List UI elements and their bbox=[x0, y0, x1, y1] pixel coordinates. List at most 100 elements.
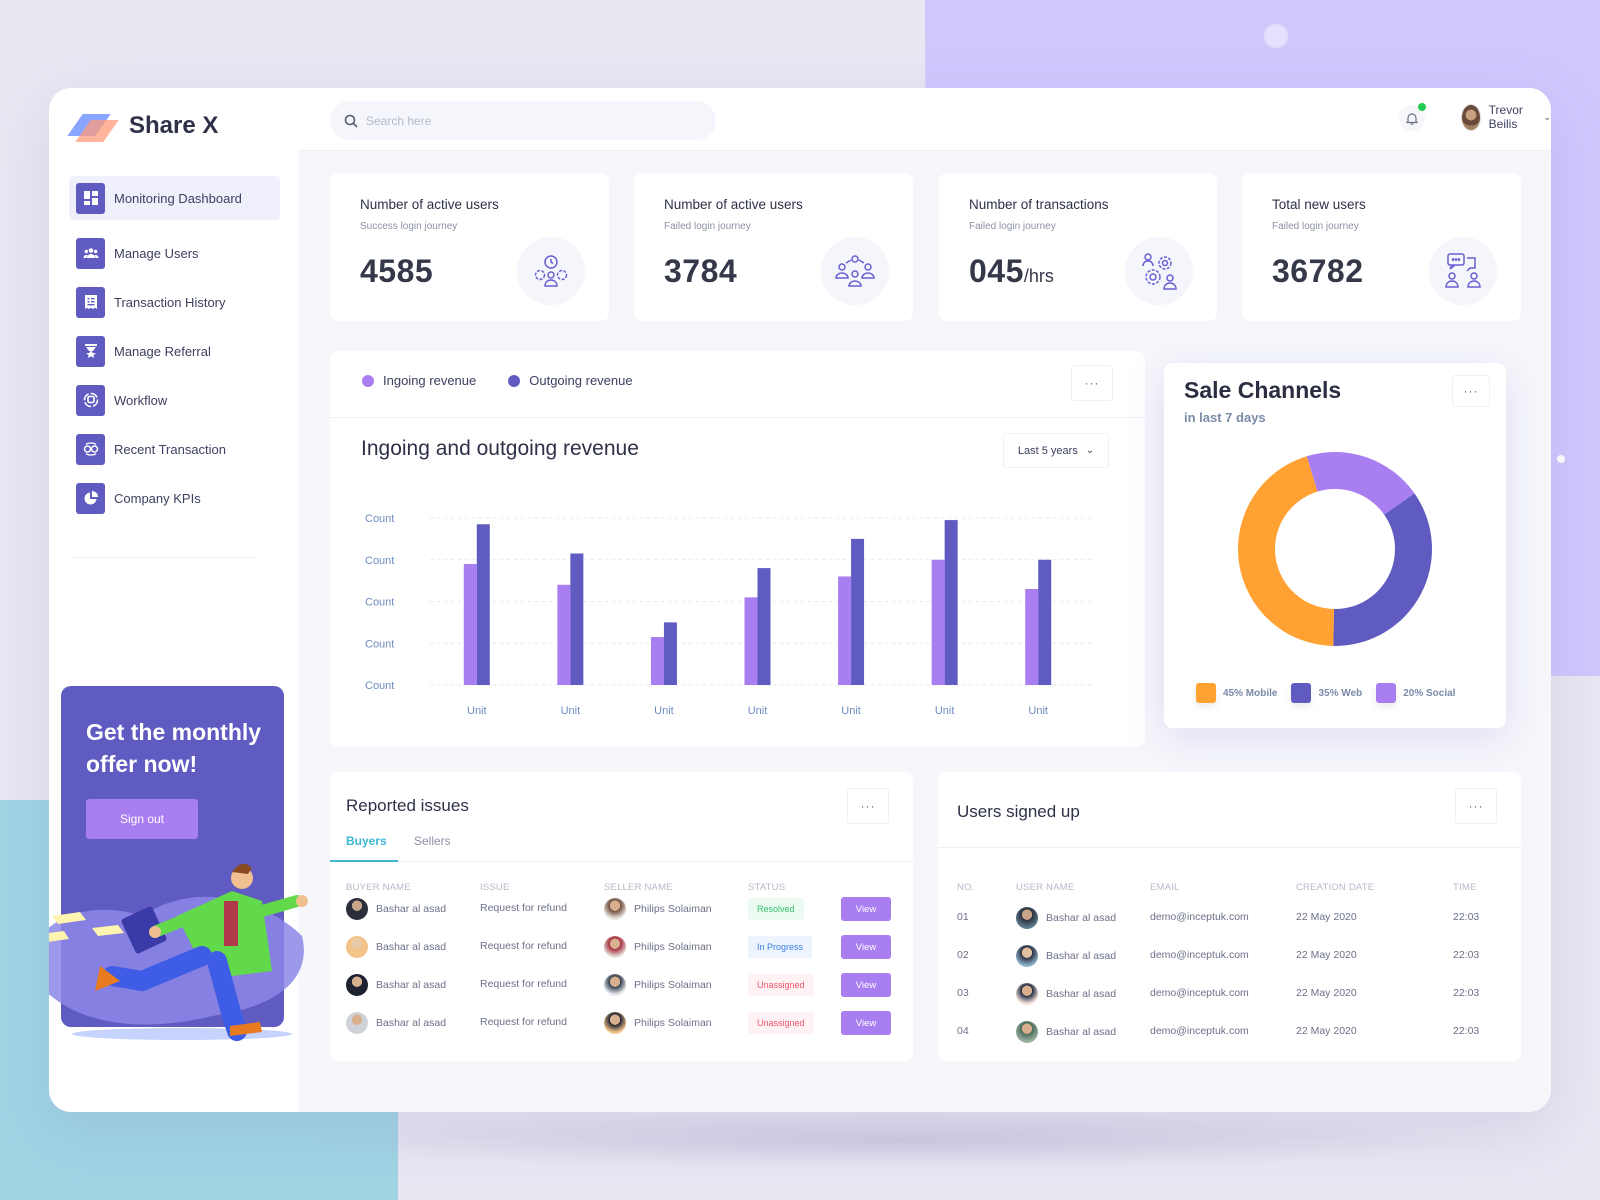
view-button[interactable]: View bbox=[841, 973, 891, 997]
time-cell: 22:03 bbox=[1453, 987, 1480, 999]
sidebar-item-manage-referral[interactable]: Manage Referral bbox=[69, 329, 280, 373]
seller-name: Philips Solaiman bbox=[634, 941, 712, 953]
date-cell: 22 May 2020 bbox=[1296, 1025, 1357, 1037]
time-cell: 22:03 bbox=[1453, 949, 1480, 961]
bar-ingoing-revenue-4 bbox=[744, 597, 758, 685]
award-badge-icon bbox=[76, 335, 105, 367]
legend-dot-ingoing bbox=[362, 374, 374, 387]
buyer-cell: Bashar al asad bbox=[346, 898, 446, 920]
promo-title: Get the monthly offer now! bbox=[86, 719, 262, 777]
x-tick-label: Unit bbox=[467, 705, 487, 717]
kpi-unit: /hrs bbox=[1023, 266, 1054, 286]
sidebar-item-monitoring-dashboard[interactable]: Monitoring Dashboard bbox=[69, 176, 280, 220]
status-badge: Resolved bbox=[748, 898, 804, 920]
logo[interactable]: Share X bbox=[67, 110, 218, 142]
bar-outgoing-revenue-5 bbox=[851, 538, 865, 685]
user-avatar bbox=[1016, 983, 1038, 1005]
seller-name: Philips Solaiman bbox=[634, 1017, 712, 1029]
x-tick-label: Unit bbox=[654, 705, 674, 717]
x-tick-label: Unit bbox=[1028, 705, 1048, 717]
notification-button[interactable] bbox=[1399, 103, 1426, 131]
bar-ingoing-revenue-1 bbox=[463, 563, 477, 685]
kpi-number: 36782 bbox=[1272, 253, 1364, 289]
sidebar-item-recent-transaction[interactable]: Recent Transaction bbox=[69, 427, 280, 471]
sidebar-item-transaction-history[interactable]: Transaction History bbox=[69, 280, 280, 324]
receipt-icon bbox=[76, 286, 105, 318]
sign-out-button[interactable]: Sign out bbox=[86, 799, 198, 839]
kpi-title: Number of active users bbox=[664, 197, 803, 212]
kpi-card-transactions: Number of transactions Failed login jour… bbox=[939, 173, 1217, 321]
view-button[interactable]: View bbox=[841, 935, 891, 959]
sidebar-item-label: Recent Transaction bbox=[114, 441, 227, 457]
reported-issues-more-button[interactable]: ··· bbox=[847, 788, 889, 824]
period-label: Last 5 years bbox=[1017, 444, 1078, 457]
seller-cell: Philips Solaiman bbox=[604, 1012, 712, 1034]
background-dot bbox=[1264, 24, 1288, 48]
no-cell: 01 bbox=[957, 911, 969, 923]
date-cell: 22 May 2020 bbox=[1296, 949, 1357, 961]
kpi-number: 4585 bbox=[360, 253, 434, 289]
view-button[interactable]: View bbox=[841, 897, 891, 921]
app-window: Share X Monitoring Dashboard Manage User… bbox=[49, 88, 1551, 1112]
sidebar-divider bbox=[70, 557, 257, 558]
legend-label: 35% Web bbox=[1318, 687, 1363, 699]
gears-user-icon bbox=[517, 237, 585, 305]
buyer-name: Bashar al asad bbox=[376, 1017, 447, 1029]
user-avatar bbox=[1016, 1021, 1038, 1043]
user-avatar bbox=[1461, 103, 1481, 131]
issue-cell: Request for refund bbox=[480, 902, 567, 914]
users-signed-up-card: Users signed up ··· NO. USER NAME EMAIL … bbox=[938, 772, 1521, 1061]
sidebar-item-manage-users[interactable]: Manage Users bbox=[69, 231, 280, 275]
users-signed-up-more-button[interactable]: ··· bbox=[1455, 788, 1497, 824]
column-header-user-name: USER NAME bbox=[1016, 882, 1075, 893]
sidebar-item-workflow[interactable]: Workflow bbox=[69, 378, 280, 422]
sidebar-item-company-kpis[interactable]: Company KPIs bbox=[69, 476, 280, 520]
search-icon bbox=[344, 114, 358, 127]
logo-icon bbox=[67, 110, 119, 142]
tab-buyers[interactable]: Buyers bbox=[346, 834, 387, 848]
kpi-subtitle: Failed login journey bbox=[664, 221, 751, 232]
kpi-subtitle: Failed login journey bbox=[1272, 221, 1359, 232]
bar-ingoing-revenue-3 bbox=[650, 636, 664, 685]
bar-outgoing-revenue-3 bbox=[663, 622, 677, 685]
email-cell: demo@inceptuk.com bbox=[1150, 911, 1249, 923]
sidebar-item-label: Manage Users bbox=[114, 245, 199, 261]
buyer-avatar bbox=[346, 974, 368, 996]
email-cell: demo@inceptuk.com bbox=[1150, 949, 1249, 961]
search-bar[interactable] bbox=[330, 101, 716, 140]
revenue-more-button[interactable]: ··· bbox=[1071, 365, 1113, 401]
buyer-cell: Bashar al asad bbox=[346, 1012, 446, 1034]
buyer-cell: Bashar al asad bbox=[346, 974, 446, 996]
kpi-title: Number of active users bbox=[360, 197, 499, 212]
user-avatar bbox=[1016, 907, 1038, 929]
kpi-card-active-users-failed: Number of active users Failed login jour… bbox=[634, 173, 913, 321]
email-cell: demo@inceptuk.com bbox=[1150, 987, 1249, 999]
kpi-title: Total new users bbox=[1272, 197, 1366, 212]
user-cell: Bashar al asad bbox=[1016, 1021, 1116, 1043]
sale-channels-donut-chart bbox=[1238, 452, 1432, 646]
kpi-number: 3784 bbox=[664, 253, 738, 289]
search-input[interactable] bbox=[366, 113, 666, 128]
legend-item-web: 35% Web bbox=[1291, 683, 1362, 703]
legend-label: Outgoing revenue bbox=[529, 373, 633, 388]
user-cell: Bashar al asad bbox=[1016, 907, 1116, 929]
view-button[interactable]: View bbox=[841, 1011, 891, 1035]
tab-sellers[interactable]: Sellers bbox=[414, 834, 451, 848]
workflow-icon bbox=[76, 384, 105, 416]
legend-label: 45% Mobile bbox=[1223, 687, 1278, 699]
period-dropdown[interactable]: Last 5 years ⌄ bbox=[1003, 433, 1109, 468]
time-cell: 22:03 bbox=[1453, 911, 1480, 923]
sale-channels-legend: 45% Mobile 35% Web 20% Social bbox=[1196, 683, 1469, 703]
bar-ingoing-revenue-5 bbox=[838, 576, 852, 685]
sale-channels-more-button[interactable]: ··· bbox=[1452, 375, 1490, 407]
y-tick-label: Count bbox=[365, 555, 394, 567]
legend-item-social: 20% Social bbox=[1376, 683, 1455, 703]
sidebar-nav: Monitoring Dashboard Manage Users Transa… bbox=[69, 176, 280, 525]
time-cell: 22:03 bbox=[1453, 1025, 1480, 1037]
column-header-status: STATUS bbox=[748, 882, 786, 893]
legend-label: 20% Social bbox=[1403, 687, 1456, 699]
seller-cell: Philips Solaiman bbox=[604, 974, 712, 996]
column-header-buyer-name: BUYER NAME bbox=[346, 882, 411, 893]
top-header: Trevor Beilis ⌄ bbox=[298, 88, 1551, 151]
user-menu[interactable]: Trevor Beilis ⌄ bbox=[1461, 103, 1551, 131]
